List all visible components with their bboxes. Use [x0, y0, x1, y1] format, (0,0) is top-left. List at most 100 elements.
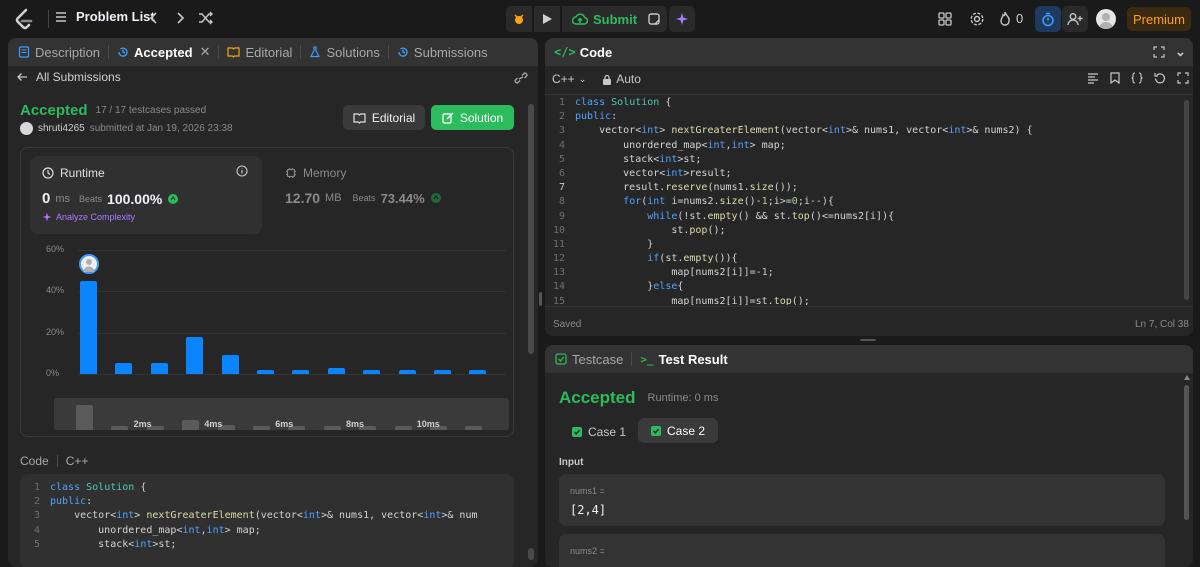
chevron-down-icon[interactable]: ⌄ [1175, 44, 1186, 60]
leaf-icon [430, 192, 442, 204]
chip-icon [285, 167, 297, 179]
leetcode-logo-icon[interactable] [14, 8, 34, 30]
submitter-info: shruti4265 submitted at Jan 19, 2026 23:… [20, 122, 233, 135]
next-problem-icon[interactable] [174, 11, 186, 25]
tab-editorial-label: Editorial [245, 44, 293, 60]
timer-icon[interactable] [1035, 6, 1061, 32]
tab-editorial[interactable]: Editorial [223, 45, 296, 60]
left-panel: Description Accepted ✕ Editorial Solutio… [8, 38, 538, 567]
code-line: 12 if (st. empty()){ [552, 253, 738, 265]
notes-icon[interactable] [641, 6, 667, 32]
memory-card[interactable]: Memory 12.70 MB Beats 73.44% [285, 166, 505, 236]
input-label: Input [559, 457, 584, 468]
chart-range-selector[interactable] [54, 398, 509, 430]
run-icon[interactable] [534, 6, 560, 32]
tab-separator [218, 45, 220, 59]
username[interactable]: shruti4265 [38, 123, 85, 134]
tab-description[interactable]: Description [14, 45, 104, 60]
code-line: 9 while (!st. empty() && st. top ()<=nums2[i… [558, 210, 895, 222]
left-panel-scrollbar[interactable] [528, 104, 534, 354]
vertical-resize-handle[interactable] [539, 292, 542, 306]
tab-description-label: Description [35, 44, 101, 60]
tab-submissions[interactable]: Submissions [393, 45, 492, 60]
code-line: 2 public: [558, 111, 618, 123]
case-2-tab[interactable]: Case 2 [638, 418, 719, 443]
code-line: 2 public: [33, 496, 93, 508]
maximize-icon[interactable] [1153, 46, 1165, 58]
code-scrollbar[interactable] [528, 548, 534, 560]
language-select[interactable]: C++ ⌄ [552, 72, 586, 86]
link-icon[interactable] [514, 72, 528, 84]
separator [56, 455, 58, 467]
submitted-code-view[interactable]: 1 class Solution { 2 public: 3 vector< int >… [20, 474, 514, 567]
your-submission-avatar-marker[interactable] [79, 254, 99, 274]
add-friend-icon[interactable] [1062, 6, 1088, 32]
book-icon [227, 46, 241, 58]
beats-label: Beats [79, 193, 103, 204]
braces-icon[interactable] [1131, 72, 1143, 84]
user-avatar[interactable] [20, 122, 33, 135]
tab-solutions-label: Solutions [326, 44, 380, 60]
code-line: 15 map[nums2[i]]=st. top (); [552, 295, 810, 305]
terminal-icon: >_ [640, 352, 654, 366]
close-tab-icon[interactable]: ✕ [200, 44, 211, 60]
ai-sparkle-icon[interactable] [669, 6, 695, 32]
nums1-box[interactable]: nums1 = [2,4] [559, 474, 1165, 526]
info-icon[interactable] [236, 165, 248, 177]
prev-problem-icon[interactable] [148, 11, 160, 25]
submission-status: Accepted 17 / 17 testcases passed [20, 102, 206, 119]
submit-button[interactable]: Submit [562, 6, 648, 32]
memory-label: Memory [303, 166, 347, 180]
result-accepted: Accepted [559, 388, 636, 407]
cursor-position: Ln 7, Col 38 [1135, 319, 1189, 330]
code-editor[interactable]: 1 class Solution { 2 public: 3 vector< int >… [545, 97, 1175, 305]
tab-submissions-label: Submissions [413, 44, 488, 60]
solution-button[interactable]: Solution [431, 105, 514, 130]
fullscreen-icon[interactable] [1177, 72, 1189, 84]
case-2-label: Case 2 [667, 423, 706, 438]
shuffle-icon[interactable] [198, 11, 214, 25]
code-line: 6 vector< int >result; [558, 167, 732, 179]
code-header: Code C++ [20, 454, 88, 468]
code-line: 3 vector< int > nextGreaterElement (vector<… [558, 125, 1033, 137]
sparkle-icon [42, 212, 52, 222]
runtime-card[interactable]: Runtime 0 ms Beats 100.00% Analyze Compl… [30, 156, 262, 234]
analyze-complexity-link[interactable]: Analyze Complexity [42, 212, 135, 222]
reset-icon[interactable] [1154, 72, 1166, 84]
divider-line [48, 10, 49, 28]
format-icon[interactable] [1087, 72, 1099, 84]
submit-label: Submit [593, 11, 638, 27]
checkbox-icon [555, 353, 567, 365]
bookmark-icon[interactable] [1110, 72, 1120, 84]
auto-mode[interactable]: Auto [602, 72, 641, 86]
code-line: 1 class Solution { [558, 97, 672, 108]
premium-button[interactable]: Premium [1127, 7, 1191, 31]
layout-grid-icon[interactable] [938, 12, 952, 26]
back-to-submissions[interactable]: All Submissions [16, 70, 121, 84]
result-scrollbar[interactable] [1184, 385, 1189, 520]
tab-solutions[interactable]: Solutions [305, 45, 383, 60]
horizontal-resize-handle[interactable] [860, 339, 876, 341]
tab-test-result[interactable]: >_ Test Result [636, 352, 731, 367]
runtime-values: 0 ms Beats 100.00% [42, 190, 179, 207]
nums2-box[interactable]: nums2 = [559, 534, 1165, 567]
tab-accepted[interactable]: Accepted ✕ [113, 44, 214, 60]
code-label: Code [20, 454, 49, 468]
arrow-left-icon [16, 71, 28, 83]
editorial-button[interactable]: Editorial [343, 105, 425, 130]
code-line: 1 class Solution { [33, 482, 147, 493]
debug-icon[interactable] [506, 6, 532, 32]
scroll-up-arrow-icon[interactable] [1184, 375, 1190, 381]
streak-counter[interactable]: 0 [999, 11, 1023, 26]
problem-list-button[interactable]: Problem List [54, 9, 155, 24]
avatar[interactable] [1096, 9, 1116, 29]
run-controls: Submit [506, 6, 648, 32]
tab-testcase[interactable]: Testcase [551, 352, 627, 367]
submitted-at: submitted at Jan 19, 2026 23:38 [89, 123, 233, 134]
case-1-tab[interactable]: Case 1 [562, 420, 636, 444]
tab-testcase-label: Testcase [572, 351, 624, 367]
editor-scrollbar[interactable] [1184, 100, 1189, 300]
settings-gear-icon[interactable] [969, 11, 985, 27]
divider [545, 306, 1193, 307]
code-editor-panel: </> Code ⌄ C++ ⌄ Auto 1 class Solution { 2… [545, 38, 1193, 336]
